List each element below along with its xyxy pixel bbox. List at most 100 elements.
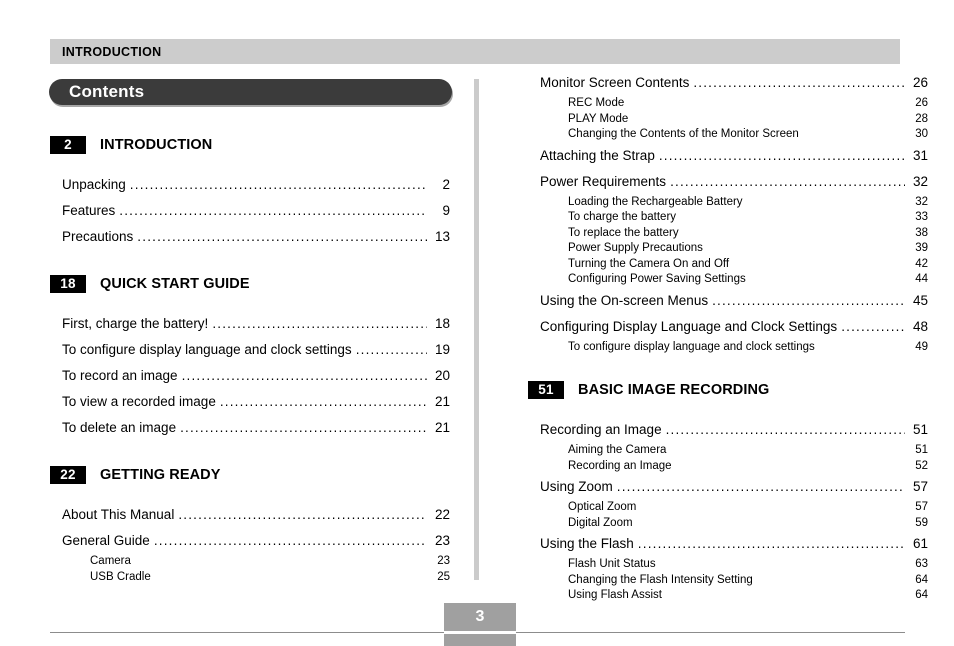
toc-entry-label: Monitor Screen Contents xyxy=(540,75,690,90)
toc-entry-list: Recording an Image51Aiming the Camera51R… xyxy=(528,421,928,604)
toc-entry-label: To configure display language and clock … xyxy=(568,340,815,353)
toc-entry-label: Loading the Rechargeable Battery xyxy=(568,195,743,208)
toc-entry-page: 39 xyxy=(915,242,928,254)
toc-entry-page: 23 xyxy=(434,533,450,548)
toc-entry[interactable]: Configuring Power Saving Settings 44 xyxy=(528,272,928,288)
toc-entry[interactable]: To delete an image 21 xyxy=(50,419,450,436)
toc-entry-label: Features xyxy=(62,203,116,218)
toc-entry[interactable]: General Guide 23 xyxy=(50,532,450,549)
toc-entry-page: 44 xyxy=(915,273,928,285)
toc-entry-label: Recording an Image xyxy=(568,459,672,472)
toc-entry-page: 26 xyxy=(912,75,928,90)
toc-entry-label: To charge the battery xyxy=(568,211,677,223)
toc-left-column: 2 INTRODUCTION Unpacking 2 Features 9 Precauti… xyxy=(50,0,450,585)
section-header: 51 BASIC IMAGE RECORDING xyxy=(528,381,928,399)
toc-entry[interactable]: Using the Flash 61 xyxy=(528,535,928,552)
toc-entry[interactable]: First, charge the battery! 18 xyxy=(50,315,450,332)
toc-entry[interactable]: To record an image 20 xyxy=(50,367,450,384)
toc-entry-page: 48 xyxy=(912,318,928,334)
column-divider xyxy=(474,79,479,580)
toc-entry-label: Aiming the Camera xyxy=(568,444,667,456)
toc-entry-page: 9 xyxy=(442,203,450,218)
footer-rule-gap xyxy=(444,631,516,634)
toc-entry-label: Changing the Contents of the Monitor Scr… xyxy=(568,128,799,140)
toc-entry[interactable]: Using Flash Assist 64 xyxy=(528,588,928,604)
toc-entry-label: Optical Zoom xyxy=(568,501,637,513)
toc-entry[interactable]: Changing the Flash Intensity Setting 64 xyxy=(528,573,928,589)
toc-entry-label: Turning the Camera On and Off xyxy=(568,257,730,270)
toc-entry-label: Using the Flash xyxy=(540,536,634,551)
toc-entry-label: Using Flash Assist xyxy=(568,589,662,601)
toc-entry-label: Configuring Display Language and Clock S… xyxy=(540,318,838,334)
toc-entry[interactable]: Using the On-screen Menus 45 xyxy=(528,292,928,309)
toc-entry[interactable]: Changing the Contents of the Monitor Scr… xyxy=(528,127,928,143)
toc-entry[interactable]: To configure display language and clock … xyxy=(50,341,450,358)
toc-entry-page: 64 xyxy=(915,573,928,586)
toc-entry[interactable]: Precautions 13 xyxy=(50,228,450,245)
toc-entry-page: 25 xyxy=(437,570,450,583)
toc-entry-page: 45 xyxy=(912,292,928,308)
toc-entry-page: 31 xyxy=(912,147,928,163)
toc-leader-dots xyxy=(130,176,427,193)
toc-entry[interactable]: Recording an Image 51 xyxy=(528,421,928,438)
toc-entry-label: Attaching the Strap xyxy=(540,147,655,163)
toc-entry[interactable]: Digital Zoom 59 xyxy=(528,516,928,532)
toc-entry[interactable]: Optical Zoom 57 xyxy=(528,500,928,516)
toc-entry-page: 57 xyxy=(912,479,928,494)
toc-entry-list: About This Manual22 General Guide23 Camera… xyxy=(50,506,450,585)
toc-entry-label: Unpacking xyxy=(62,177,126,192)
toc-entry[interactable]: Turning the Camera On and Off 42 xyxy=(528,257,928,273)
toc-entry-page: 59 xyxy=(915,516,928,529)
toc-right-column: Monitor Screen Contents 26 REC Mode 26 PLAY … xyxy=(528,0,928,604)
toc-leader-dots xyxy=(638,535,905,552)
toc-entry-label: First, charge the battery! xyxy=(62,316,209,331)
toc-entry-page: 52 xyxy=(915,459,928,472)
toc-entry-page: 38 xyxy=(915,226,928,239)
toc-entry[interactable]: Attaching the Strap 31 xyxy=(528,147,928,164)
toc-entry[interactable]: Monitor Screen Contents 26 xyxy=(528,74,928,91)
toc-entry[interactable]: Configuring Display Language and Clock S… xyxy=(528,318,928,335)
toc-entry[interactable]: Features 9 xyxy=(50,202,450,219)
toc-leader-dots xyxy=(841,318,905,335)
toc-entry[interactable]: About This Manual 22 xyxy=(50,506,450,523)
toc-left-column-inner: 2 INTRODUCTION Unpacking 2 Features 9 Precauti… xyxy=(50,136,450,585)
toc-entry-page: 64 xyxy=(915,589,928,601)
toc-entry-page: 51 xyxy=(915,444,928,456)
toc-entry[interactable]: Unpacking 2 xyxy=(50,176,450,193)
toc-leader-dots xyxy=(178,506,427,523)
toc-entry-label: Configuring Power Saving Settings xyxy=(568,273,746,285)
toc-entry[interactable]: Flash Unit Status 63 xyxy=(528,557,928,573)
toc-entry[interactable]: REC Mode 26 xyxy=(528,96,928,112)
toc-entry[interactable]: Power Supply Precautions 39 xyxy=(528,241,928,257)
toc-entry[interactable]: Aiming the Camera 51 xyxy=(528,443,928,459)
toc-entry-label: Power Supply Precautions xyxy=(568,242,703,254)
toc-entry[interactable]: Power Requirements 32 xyxy=(528,173,928,190)
toc-leader-dots xyxy=(154,532,427,549)
section-header: 2 INTRODUCTION xyxy=(50,136,450,154)
toc-entry[interactable]: Camera 23 xyxy=(50,554,450,570)
toc-entry[interactable]: To charge the battery 33 xyxy=(528,210,928,226)
toc-entry-label: Recording an Image xyxy=(540,422,662,437)
toc-entry[interactable]: PLAY Mode 28 xyxy=(528,112,928,128)
toc-entry[interactable]: Using Zoom 57 xyxy=(528,478,928,495)
toc-entry[interactable]: To replace the battery 38 xyxy=(528,226,928,242)
toc-entry-label: Changing the Flash Intensity Setting xyxy=(568,573,753,586)
toc-entry-label: To record an image xyxy=(62,368,178,383)
toc-leader-dots xyxy=(119,202,427,219)
toc-entry-page: 21 xyxy=(434,394,450,409)
toc-entry[interactable]: To configure display language and clock … xyxy=(528,340,928,356)
toc-entry[interactable]: USB Cradle 25 xyxy=(50,570,450,586)
toc-leader-dots xyxy=(670,173,905,190)
toc-entry-label: To delete an image xyxy=(62,420,177,435)
toc-entry-page: 20 xyxy=(434,368,450,383)
toc-entry[interactable]: To view a recorded image 21 xyxy=(50,393,450,410)
toc-entry-page: 51 xyxy=(912,422,928,437)
toc-leader-dots xyxy=(356,341,427,358)
toc-entry-page: 42 xyxy=(915,257,928,270)
toc-entry-page: 18 xyxy=(434,316,450,331)
toc-entry[interactable]: Loading the Rechargeable Battery 32 xyxy=(528,195,928,211)
toc-entry-page: 28 xyxy=(915,112,928,125)
section-page-badge: 18 xyxy=(50,275,86,293)
section-header: 22 GETTING READY xyxy=(50,466,450,484)
toc-entry[interactable]: Recording an Image 52 xyxy=(528,459,928,475)
